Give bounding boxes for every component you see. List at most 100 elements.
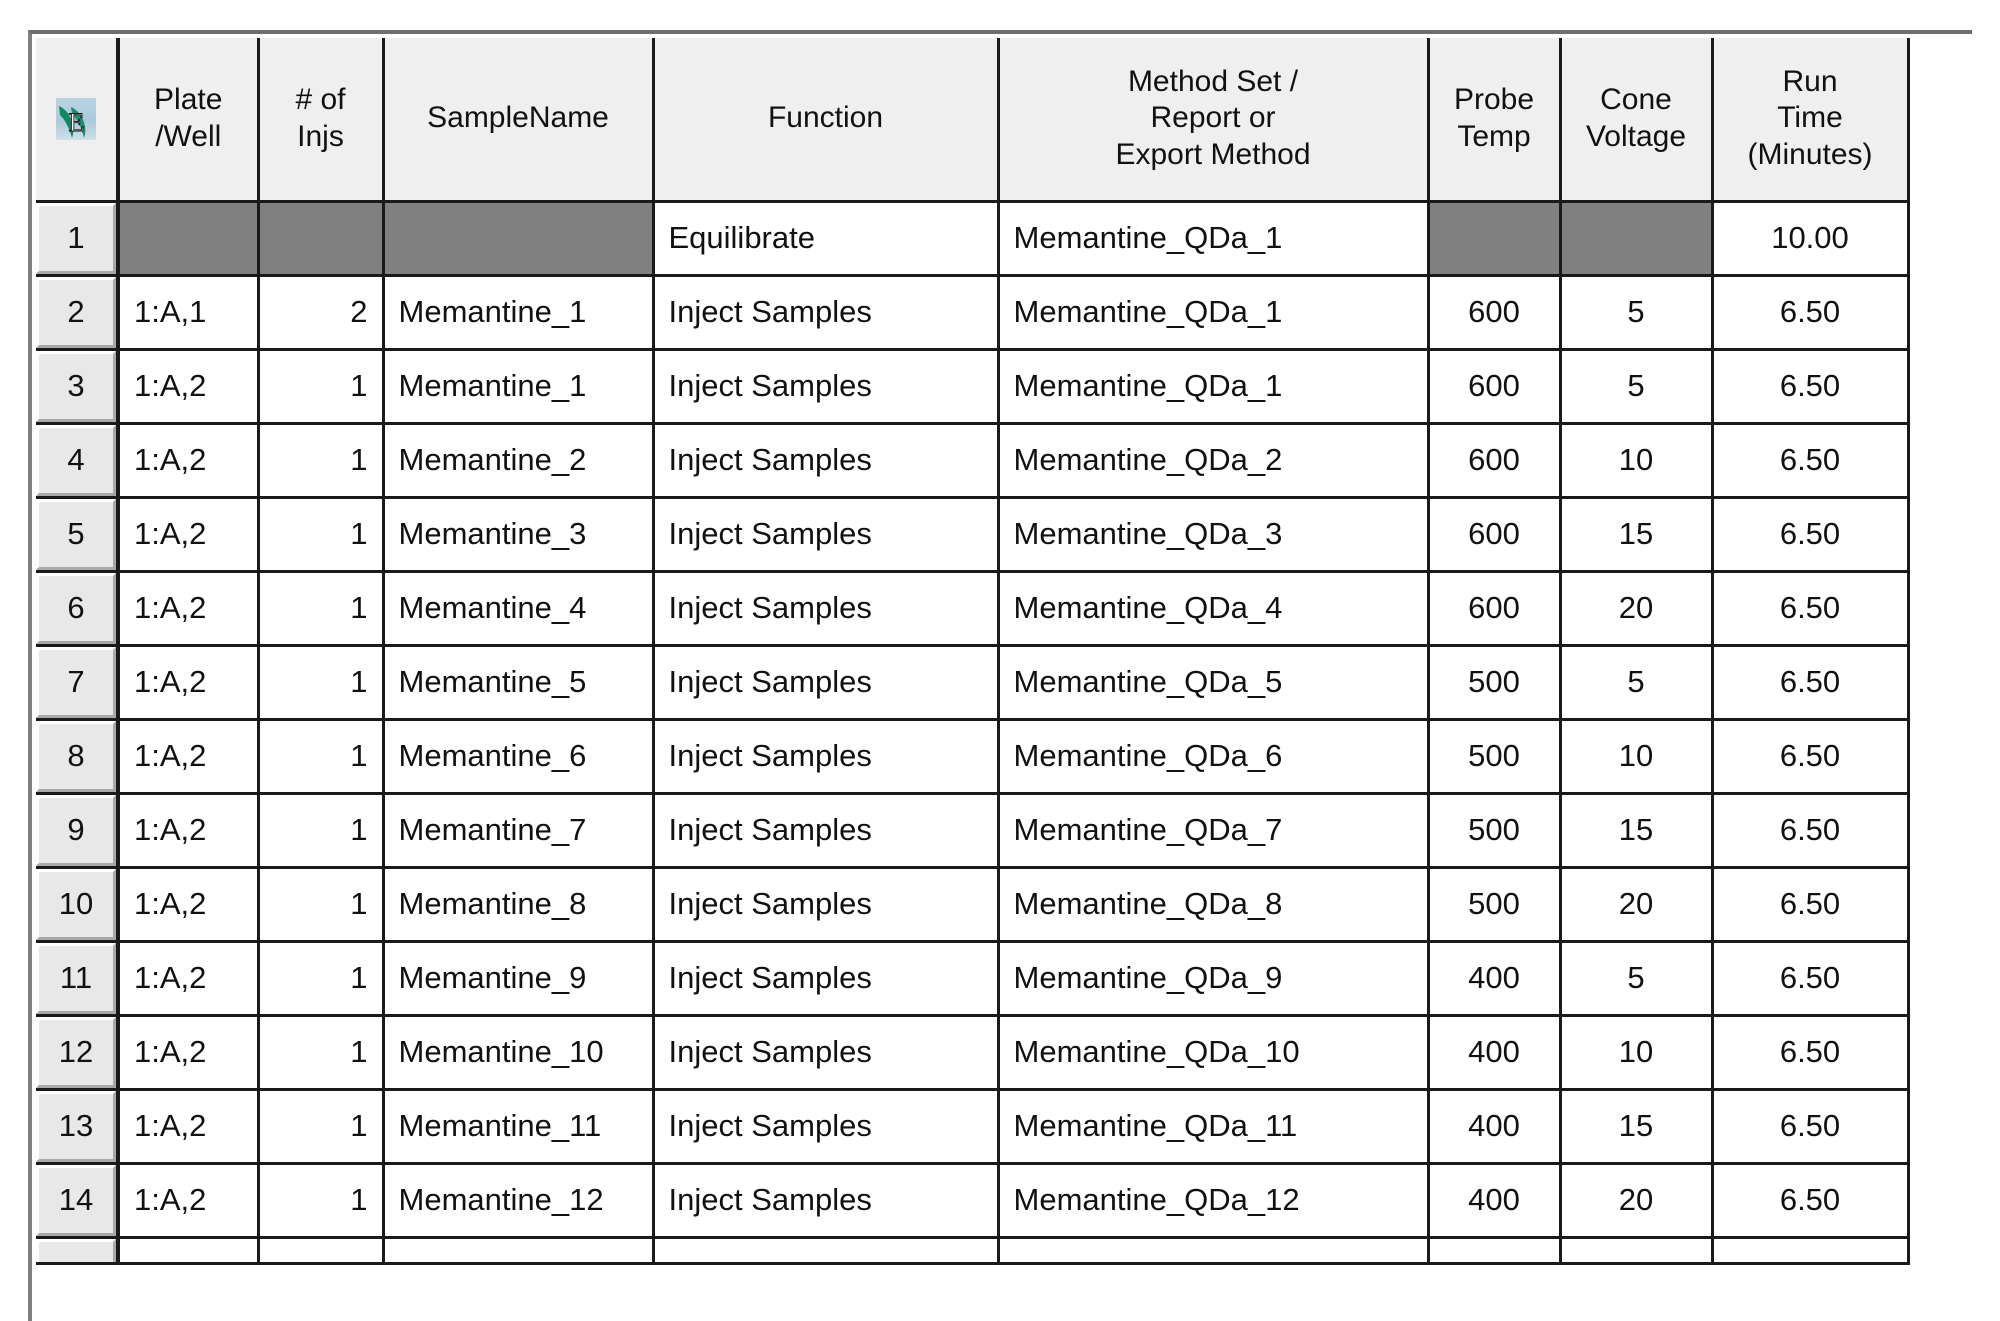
cell-plate-well[interactable]: 1:A,2 xyxy=(118,497,260,573)
column-header-function[interactable]: Function xyxy=(653,38,1000,203)
table-row[interactable]: 7 1:A,2 1 Memantine_5 Inject Samples Memantin… xyxy=(36,645,1972,721)
cell-run-time[interactable]: 6.50 xyxy=(1712,497,1910,573)
cell-function[interactable]: Inject Samples xyxy=(653,867,1000,943)
row-number-header[interactable] xyxy=(36,1237,120,1265)
cell-function[interactable]: Inject Samples xyxy=(653,941,1000,1017)
cell-function[interactable]: Inject Samples xyxy=(653,275,1000,351)
cell-num-injections[interactable]: 1 xyxy=(258,719,385,795)
cell-method-set[interactable]: Memantine_QDa_10 xyxy=(998,1015,1430,1091)
cell-plate-well[interactable]: 1:A,2 xyxy=(118,867,260,943)
cell-run-time[interactable]: 6.50 xyxy=(1712,867,1910,943)
table-row[interactable]: 6 1:A,2 1 Memantine_4 Inject Samples Memantin… xyxy=(36,571,1972,647)
cell-probe-temp[interactable]: 400 xyxy=(1428,1163,1562,1239)
cell-cone-voltage[interactable]: 5 xyxy=(1560,275,1714,351)
cell-num-injections[interactable]: 1 xyxy=(258,497,385,573)
cell-num-injections[interactable]: 1 xyxy=(258,1015,385,1091)
cell-run-time[interactable]: 6.50 xyxy=(1712,571,1910,647)
cell-sample-name[interactable]: Memantine_8 xyxy=(383,867,655,943)
cell-probe-temp[interactable]: 600 xyxy=(1428,497,1562,573)
cell-probe-temp[interactable]: 500 xyxy=(1428,645,1562,721)
cell-sample-name[interactable]: Memantine_1 xyxy=(383,349,655,425)
table-row[interactable]: 14 1:A,2 1 Memantine_12 Inject Samples Memant… xyxy=(36,1163,1972,1239)
cell-sample-name[interactable]: Memantine_2 xyxy=(383,423,655,499)
cell-num-injections[interactable]: 1 xyxy=(258,867,385,943)
table-row[interactable] xyxy=(36,1237,1972,1265)
table-row[interactable]: 4 1:A,2 1 Memantine_2 Inject Samples Memantin… xyxy=(36,423,1972,499)
cell-sample-name[interactable]: Memantine_9 xyxy=(383,941,655,1017)
cell-plate-well[interactable]: 1:A,2 xyxy=(118,645,260,721)
row-number-header[interactable]: 1 xyxy=(36,201,120,277)
cell-probe-temp[interactable]: 500 xyxy=(1428,867,1562,943)
cell-probe-temp[interactable]: 400 xyxy=(1428,1015,1562,1091)
cell-run-time[interactable]: 10.00 xyxy=(1712,201,1910,277)
cell-run-time[interactable]: 6.50 xyxy=(1712,1163,1910,1239)
table-row[interactable]: 1 Equilibrate Memantine_QDa_1 10.00 xyxy=(36,201,1972,277)
cell-method-set[interactable]: Memantine_QDa_11 xyxy=(998,1089,1430,1165)
cell-function[interactable]: Inject Samples xyxy=(653,793,1000,869)
cell-run-time[interactable]: 6.50 xyxy=(1712,719,1910,795)
table-row[interactable]: 10 1:A,2 1 Memantine_8 Inject Samples Memanti… xyxy=(36,867,1972,943)
cell-plate-well[interactable]: 1:A,2 xyxy=(118,719,260,795)
cell-sample-name[interactable]: Memantine_12 xyxy=(383,1163,655,1239)
cell-cone-voltage[interactable] xyxy=(1560,1237,1714,1265)
cell-num-injections[interactable]: 1 xyxy=(258,423,385,499)
cell-cone-voltage[interactable]: 15 xyxy=(1560,1089,1714,1165)
column-header-num-injections[interactable]: # of Injs xyxy=(258,38,385,203)
table-row[interactable]: 12 1:A,2 1 Memantine_10 Inject Samples Memant… xyxy=(36,1015,1972,1091)
column-header-cone-voltage[interactable]: Cone Voltage xyxy=(1560,38,1714,203)
table-row[interactable]: 8 1:A,2 1 Memantine_6 Inject Samples Memantin… xyxy=(36,719,1972,795)
cell-plate-well[interactable]: 1:A,2 xyxy=(118,1015,260,1091)
cell-run-time[interactable]: 6.50 xyxy=(1712,1015,1910,1091)
cell-cone-voltage[interactable]: 15 xyxy=(1560,793,1714,869)
cell-probe-temp[interactable]: 500 xyxy=(1428,719,1562,795)
cell-function[interactable]: Inject Samples xyxy=(653,349,1000,425)
cell-method-set[interactable]: Memantine_QDa_2 xyxy=(998,423,1430,499)
cell-cone-voltage[interactable]: 5 xyxy=(1560,941,1714,1017)
cell-cone-voltage[interactable]: 10 xyxy=(1560,423,1714,499)
cell-method-set[interactable]: Memantine_QDa_4 xyxy=(998,571,1430,647)
cell-num-injections[interactable]: 1 xyxy=(258,1163,385,1239)
row-number-header[interactable]: 6 xyxy=(36,571,120,647)
column-header-probe-temp[interactable]: Probe Temp xyxy=(1428,38,1562,203)
cell-num-injections[interactable]: 1 xyxy=(258,941,385,1017)
cell-sample-name[interactable]: Memantine_10 xyxy=(383,1015,655,1091)
cell-probe-temp[interactable]: 400 xyxy=(1428,1089,1562,1165)
column-header-sample-name[interactable]: SampleName xyxy=(383,38,655,203)
cell-num-injections[interactable]: 1 xyxy=(258,571,385,647)
row-number-header[interactable]: 13 xyxy=(36,1089,120,1165)
cell-run-time[interactable]: 6.50 xyxy=(1712,1089,1910,1165)
cell-plate-well[interactable] xyxy=(118,1237,260,1265)
cell-probe-temp[interactable]: 600 xyxy=(1428,349,1562,425)
cell-sample-name[interactable] xyxy=(383,1237,655,1265)
cell-run-time[interactable]: 6.50 xyxy=(1712,941,1910,1017)
cell-method-set[interactable]: Memantine_QDa_9 xyxy=(998,941,1430,1017)
cell-method-set[interactable]: Memantine_QDa_1 xyxy=(998,275,1430,351)
cell-sample-name[interactable]: Memantine_4 xyxy=(383,571,655,647)
cell-num-injections[interactable] xyxy=(258,1237,385,1265)
cell-function[interactable]: Inject Samples xyxy=(653,719,1000,795)
cell-cone-voltage[interactable]: 20 xyxy=(1560,571,1714,647)
cell-plate-well[interactable]: 1:A,2 xyxy=(118,571,260,647)
row-number-header[interactable]: 7 xyxy=(36,645,120,721)
cell-probe-temp[interactable]: 600 xyxy=(1428,571,1562,647)
cell-plate-well[interactable]: 1:A,2 xyxy=(118,423,260,499)
cell-method-set[interactable]: Memantine_QDa_6 xyxy=(998,719,1430,795)
cell-probe-temp[interactable]: 500 xyxy=(1428,793,1562,869)
row-number-header[interactable]: 11 xyxy=(36,941,120,1017)
cell-plate-well[interactable]: 1:A,2 xyxy=(118,941,260,1017)
cell-sample-name[interactable]: Memantine_1 xyxy=(383,275,655,351)
cell-plate-well[interactable]: 1:A,2 xyxy=(118,793,260,869)
cell-function[interactable]: Inject Samples xyxy=(653,571,1000,647)
table-row[interactable]: 13 1:A,2 1 Memantine_11 Inject Samples Memant… xyxy=(36,1089,1972,1165)
cell-sample-name[interactable]: Memantine_5 xyxy=(383,645,655,721)
cell-cone-voltage[interactable]: 20 xyxy=(1560,867,1714,943)
cell-method-set[interactable]: Memantine_QDa_1 xyxy=(998,349,1430,425)
cell-cone-voltage[interactable] xyxy=(1560,201,1714,277)
table-row[interactable]: 11 1:A,2 1 Memantine_9 Inject Samples Memanti… xyxy=(36,941,1972,1017)
cell-sample-name[interactable]: Memantine_11 xyxy=(383,1089,655,1165)
cell-method-set[interactable]: Memantine_QDa_7 xyxy=(998,793,1430,869)
row-number-header[interactable]: 14 xyxy=(36,1163,120,1239)
cell-method-set[interactable]: Memantine_QDa_5 xyxy=(998,645,1430,721)
cell-run-time[interactable]: 6.50 xyxy=(1712,349,1910,425)
cell-run-time[interactable]: 6.50 xyxy=(1712,793,1910,869)
